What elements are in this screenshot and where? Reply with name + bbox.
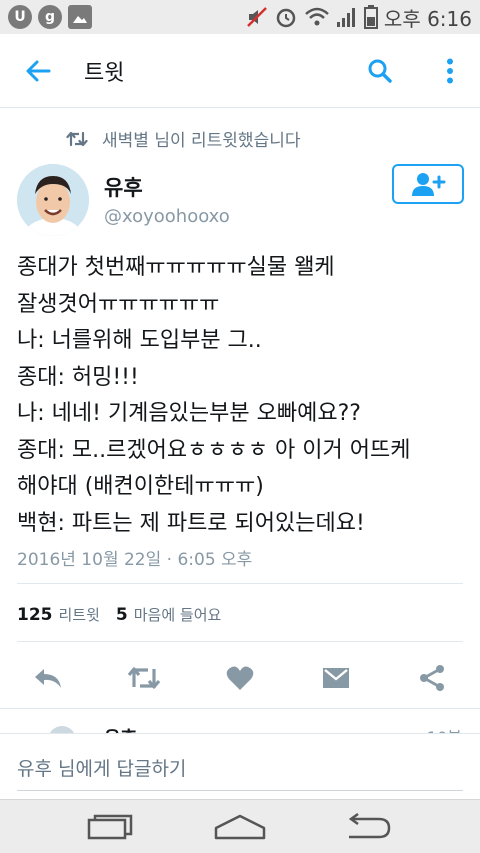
- reply-input[interactable]: 유후 님에게 답글하기: [17, 754, 186, 781]
- recent-apps-button[interactable]: [80, 807, 140, 847]
- tweet-line: 해야대 (배켠이한테ㅠㅠㅠ): [17, 474, 264, 499]
- search-button[interactable]: [356, 47, 404, 95]
- divider: [0, 708, 480, 709]
- app-g-icon: g: [38, 5, 62, 29]
- retweet-icon: [66, 131, 88, 146]
- direct-message-button[interactable]: [314, 656, 358, 700]
- system-nav-bar: [0, 799, 480, 853]
- page-title: 트윗: [84, 60, 125, 86]
- recent-apps-icon: [87, 814, 133, 840]
- home-icon: [214, 814, 266, 840]
- more-options-button[interactable]: [428, 47, 472, 95]
- reply-input-underline: [17, 790, 463, 791]
- app-bar: 트윗: [0, 34, 480, 108]
- follow-button[interactable]: [392, 164, 464, 204]
- like-count[interactable]: 5: [116, 605, 128, 625]
- tweet-line: 종대가 첫번째ㅠㅠㅠㅠㅠ실물 왤케: [17, 255, 335, 280]
- add-user-icon: [412, 173, 446, 196]
- like-button[interactable]: [218, 656, 262, 700]
- avatar[interactable]: [17, 164, 89, 236]
- tweet-line: 종대: 모..르겠어요ㅎㅎㅎㅎ 아 이거 어뜨케: [17, 437, 411, 463]
- tweet-line: 백현: 파트는 제 파트로 되어있는데요!: [17, 510, 365, 536]
- tweet-line: 잘생겻어ㅠㅠㅠㅠㅠㅠ: [17, 291, 220, 317]
- alarm-icon: [274, 5, 298, 29]
- retweet-icon: [127, 667, 161, 689]
- status-time: 오후 6:16: [383, 6, 472, 31]
- battery-icon: [363, 5, 378, 29]
- tweet-line: 나: 네네! 기계음있는부분 오빠예요??: [17, 401, 361, 426]
- app-u-icon: U: [8, 5, 32, 29]
- heart-icon: [226, 666, 254, 690]
- wifi-icon: [304, 6, 330, 28]
- retweet-button[interactable]: [122, 656, 166, 700]
- reply-button[interactable]: [26, 656, 70, 700]
- author-name[interactable]: 유후: [104, 172, 143, 202]
- divider: [17, 641, 463, 642]
- back-system-button[interactable]: [338, 807, 398, 847]
- like-count-label[interactable]: 마음에 들어요: [134, 604, 222, 625]
- share-button[interactable]: [410, 656, 454, 700]
- tweet-text: 종대가 첫번째ㅠㅠㅠㅠㅠ실물 왤케 잘생겻어ㅠㅠㅠㅠㅠㅠ 나: 너를위해 도입부…: [17, 250, 469, 542]
- retweet-count-label[interactable]: 리트윗: [59, 604, 100, 625]
- share-icon: [420, 665, 444, 691]
- search-icon: [368, 59, 392, 83]
- envelope-icon: [323, 668, 349, 688]
- back-arrow-icon: [348, 813, 391, 839]
- tweet-actions: [0, 656, 480, 700]
- retweet-context: 새벽별 님이 리트윗했습니다: [66, 126, 301, 151]
- arrow-left-icon: [26, 60, 51, 81]
- tweet-line: 종대: 허밍!!!: [17, 364, 139, 390]
- tweet-stats: 125 리트윗 5 마음에 들어요: [17, 604, 231, 625]
- retweet-context-text[interactable]: 새벽별 님이 리트윗했습니다: [102, 126, 301, 151]
- divider: [17, 583, 463, 584]
- gallery-icon: [68, 5, 92, 29]
- tweet-line: 나: 너를위해 도입부분 그..: [17, 328, 262, 353]
- tweet-timestamp: 2016년 10월 22일 · 6:05 오후: [17, 550, 253, 570]
- back-button[interactable]: [14, 47, 62, 95]
- signal-icon: [336, 6, 358, 28]
- author-handle[interactable]: @xoyoohooxo: [104, 206, 230, 227]
- more-vertical-icon: [447, 58, 453, 84]
- reply-icon: [35, 669, 61, 688]
- retweet-count[interactable]: 125: [17, 605, 53, 625]
- mute-icon: [246, 6, 268, 28]
- reply-bar: 유후 님에게 답글하기: [0, 733, 480, 803]
- home-button[interactable]: [210, 807, 270, 847]
- status-bar: U g 오후 6:16: [0, 0, 480, 34]
